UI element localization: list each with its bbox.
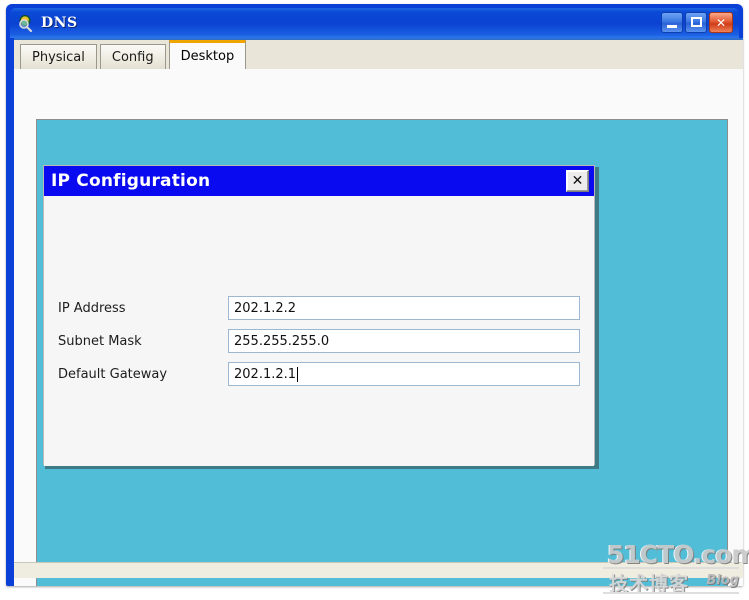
tab-config-label: Config (111, 49, 154, 65)
window-frame: DNS ✕ Physical Config Desktop IP Configu… (6, 4, 743, 586)
tab-physical[interactable]: Physical (20, 44, 97, 69)
minimize-icon (667, 25, 677, 28)
tab-desktop-label: Desktop (180, 48, 235, 64)
tab-config[interactable]: Config (99, 44, 166, 69)
tab-physical-label: Physical (32, 49, 85, 65)
subnet-mask-input[interactable]: 255.255.255.0 (228, 329, 580, 353)
tab-desktop[interactable]: Desktop (168, 40, 247, 69)
maximize-button[interactable] (685, 12, 707, 33)
tab-list: Physical Config Desktop (20, 40, 249, 69)
dialog-frame: IP Configuration ✕ IP Address 202.1.2.2 (43, 165, 595, 466)
ip-address-label: IP Address (58, 300, 126, 316)
application-window: DNS ✕ Physical Config Desktop IP Configu… (6, 4, 743, 586)
dns-magnifier-icon (18, 14, 36, 33)
minimize-button[interactable] (661, 12, 683, 33)
subnet-mask-value: 255.255.255.0 (234, 333, 330, 349)
dialog-titlebar[interactable]: IP Configuration (44, 166, 594, 196)
close-window-button[interactable]: ✕ (709, 12, 733, 33)
desktop-surface[interactable]: IP Configuration ✕ IP Address 202.1.2.2 (36, 119, 728, 586)
text-caret (297, 366, 299, 382)
tab-content-panel: IP Configuration ✕ IP Address 202.1.2.2 (14, 69, 743, 586)
dialog-close-button[interactable]: ✕ (566, 170, 589, 192)
default-gateway-label: Default Gateway (58, 366, 168, 382)
ip-address-input[interactable]: 202.1.2.2 (228, 296, 580, 320)
dialog-title: IP Configuration (51, 171, 211, 191)
form-row-default-gateway: Default Gateway 202.1.2.1 (58, 362, 580, 386)
dialog-close-icon: ✕ (571, 173, 584, 189)
status-bar (14, 562, 743, 578)
window-client-area: Physical Config Desktop IP Configuration… (14, 38, 743, 586)
dialog-body: IP Address 202.1.2.2 Subnet Mask 255.255… (44, 196, 594, 466)
window-title: DNS (41, 15, 78, 31)
default-gateway-input[interactable]: 202.1.2.1 (228, 362, 580, 386)
watermark-rule-bottom (603, 592, 739, 594)
close-icon: ✕ (715, 15, 727, 30)
maximize-icon (691, 17, 702, 27)
window-controls: ✕ (661, 12, 733, 33)
window-titlebar[interactable]: DNS ✕ (10, 8, 739, 38)
ip-configuration-window: IP Configuration ✕ IP Address 202.1.2.2 (43, 165, 599, 469)
subnet-mask-label: Subnet Mask (58, 333, 142, 349)
form-row-ip-address: IP Address 202.1.2.2 (58, 296, 580, 320)
form-row-subnet-mask: Subnet Mask 255.255.255.0 (58, 329, 580, 353)
tab-strip: Physical Config Desktop (14, 38, 743, 69)
ip-address-value: 202.1.2.2 (234, 300, 297, 316)
default-gateway-value: 202.1.2.1 (234, 366, 297, 382)
